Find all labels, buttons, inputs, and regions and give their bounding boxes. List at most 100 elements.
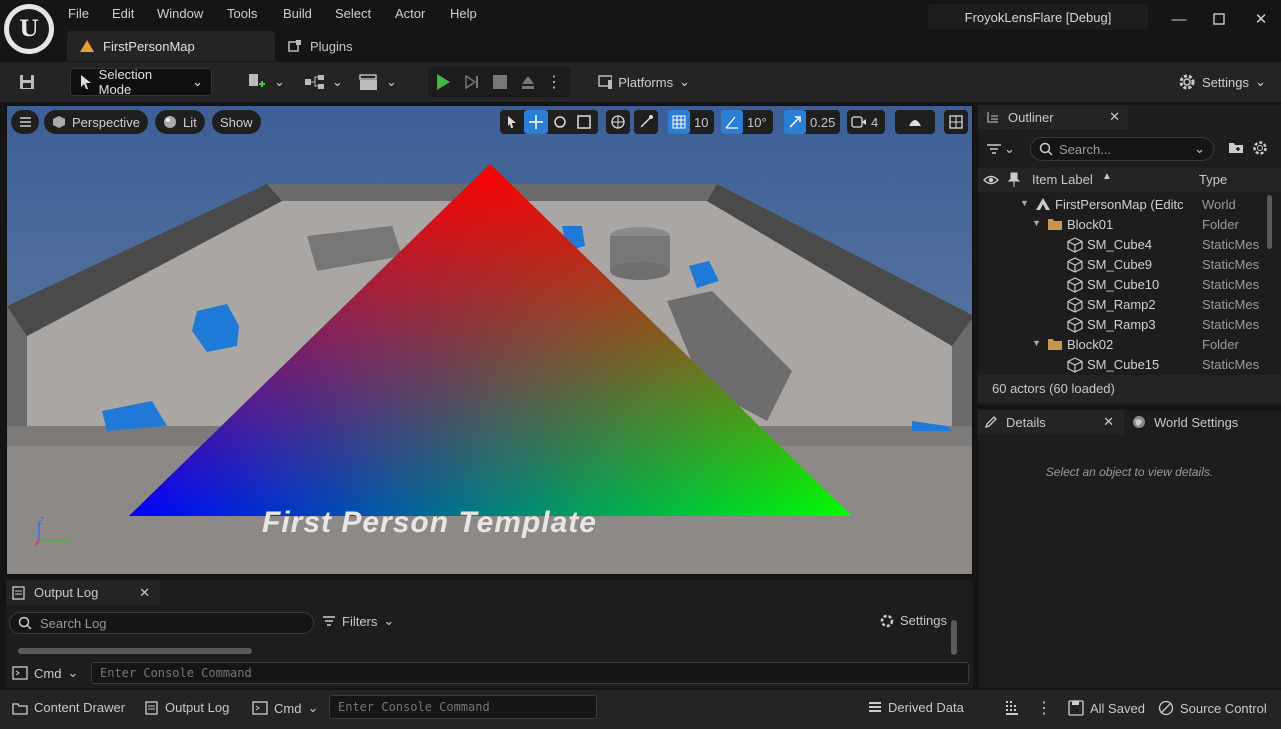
blueprints-button[interactable]: ⌄ xyxy=(296,68,351,96)
tab-details[interactable]: Details ✕ xyxy=(978,410,1124,434)
eject-icon[interactable] xyxy=(514,74,542,90)
add-folder-icon[interactable] xyxy=(1228,140,1244,157)
outliner-row[interactable]: SM_Cube10 StaticMes xyxy=(978,275,1268,295)
scale-icon[interactable] xyxy=(572,110,596,134)
expand-arrow-icon[interactable]: ▼ xyxy=(1020,198,1029,208)
chevron-down-icon: ⌄ xyxy=(1194,141,1205,156)
cmd-dropdown[interactable]: Cmd ⌄ xyxy=(12,662,78,684)
tab-firstpersonmap[interactable]: FirstPersonMap xyxy=(67,31,275,61)
visibility-eye-icon[interactable] xyxy=(983,173,999,190)
outliner-row[interactable]: SM_Cube9 StaticMes xyxy=(978,255,1268,275)
chevron-down-icon: ⌄ xyxy=(679,74,690,89)
status-console-input[interactable] xyxy=(329,695,597,719)
console-command-input[interactable] xyxy=(91,662,969,684)
expand-arrow-icon[interactable]: ▼ xyxy=(1032,218,1041,228)
cinematics-button[interactable]: ⌄ xyxy=(350,68,405,96)
tab-outliner[interactable]: Outliner ✕ xyxy=(978,105,1128,129)
add-actor-button[interactable]: ⌄ xyxy=(238,68,293,96)
menu-tools[interactable]: Tools xyxy=(227,6,257,24)
expand-arrow-icon[interactable]: ▼ xyxy=(1032,338,1041,348)
level-viewport[interactable]: First Person Template Z Y Perspective Li… xyxy=(6,105,973,575)
menu-file[interactable]: File xyxy=(68,6,89,24)
status-cmd-dropdown[interactable]: Cmd ⌄ xyxy=(252,700,318,716)
outliner-row[interactable]: SM_Cube15 StaticMes xyxy=(978,355,1268,373)
filter-button[interactable]: ⌄ xyxy=(986,138,1026,160)
item-type: Folder xyxy=(1202,217,1239,232)
rotate-icon[interactable] xyxy=(548,110,572,134)
item-label: SM_Cube9 xyxy=(1087,257,1153,272)
derived-data-button[interactable]: Derived Data xyxy=(868,700,964,715)
close-icon[interactable]: ✕ xyxy=(1103,414,1114,430)
menu-actor[interactable]: Actor xyxy=(395,6,425,24)
filters-button[interactable]: Filters ⌄ xyxy=(322,613,394,629)
platforms-button[interactable]: Platforms ⌄ xyxy=(590,68,698,96)
log-vertical-scrollbar[interactable] xyxy=(951,620,957,655)
menu-help[interactable]: Help xyxy=(450,6,477,24)
source-control-button[interactable]: Source Control xyxy=(1158,700,1267,716)
log-settings-button[interactable]: Settings xyxy=(880,613,947,628)
perspective-button[interactable]: Perspective xyxy=(44,110,148,134)
maximize-icon[interactable] xyxy=(1204,8,1234,30)
tab-world-settings[interactable]: World Settings xyxy=(1128,410,1281,434)
menu-edit[interactable]: Edit xyxy=(112,6,134,24)
all-saved-button[interactable]: All Saved xyxy=(1068,700,1145,716)
menu-select[interactable]: Select xyxy=(335,6,371,24)
surface-snap-icon[interactable] xyxy=(634,110,658,134)
outliner-title: Outliner xyxy=(1008,109,1054,125)
item-label: Block01 xyxy=(1067,217,1114,232)
layout-icon[interactable] xyxy=(944,110,968,134)
close-icon[interactable]: ✕ xyxy=(139,585,150,601)
outliner-row[interactable]: ▼ Block01 Folder xyxy=(978,215,1268,235)
step-icon[interactable] xyxy=(458,74,486,90)
outliner-scrollbar[interactable] xyxy=(1267,195,1272,249)
outliner-row[interactable]: SM_Cube4 StaticMes xyxy=(978,235,1268,255)
game-view-icon[interactable] xyxy=(895,110,935,134)
settings-button[interactable]: Settings ⌄ xyxy=(1170,68,1276,96)
selection-mode-dropdown[interactable]: Selection Mode ⌄ xyxy=(70,67,212,97)
main-toolbar: Selection Mode ⌄ ⌄ ⌄ ⌄ Platforms ⌄ Setti… xyxy=(0,62,1281,102)
world-local-icon[interactable] xyxy=(606,110,630,134)
scale-snap-toggle[interactable]: 0.25 xyxy=(784,110,840,134)
outliner-row[interactable]: SM_Ramp3 StaticMes xyxy=(978,315,1268,335)
play-icon[interactable] xyxy=(428,73,458,91)
stop-icon[interactable] xyxy=(486,75,514,89)
outliner-row[interactable]: ▼ Block02 Folder xyxy=(978,335,1268,355)
output-log-button[interactable]: Output Log xyxy=(145,700,229,715)
tab-output-log[interactable]: Output Log ✕ xyxy=(6,580,160,605)
save-icon[interactable] xyxy=(10,68,44,96)
scale-snap-icon xyxy=(784,110,806,134)
item-label: Block02 xyxy=(1067,337,1114,352)
menu-build[interactable]: Build xyxy=(283,6,312,24)
column-item-label[interactable]: Item Label xyxy=(1032,172,1093,187)
minimize-icon[interactable]: — xyxy=(1164,8,1194,30)
column-type[interactable]: Type xyxy=(1199,172,1227,187)
outliner-search-input[interactable]: Search... ⌄ xyxy=(1030,137,1214,161)
log-horizontal-scrollbar[interactable] xyxy=(18,648,252,654)
tab-label: FirstPersonMap xyxy=(103,38,195,54)
show-button[interactable]: Show xyxy=(212,110,261,134)
search-log-input[interactable]: Search Log xyxy=(9,612,314,634)
outliner-row[interactable]: SM_Ramp2 StaticMes xyxy=(978,295,1268,315)
pin-icon[interactable] xyxy=(1007,172,1021,191)
more-options-icon[interactable]: ⋮ xyxy=(542,72,566,92)
source-control-disabled-icon xyxy=(1158,700,1174,716)
translate-icon[interactable] xyxy=(524,110,548,134)
grid-snap-toggle[interactable]: 10 xyxy=(668,110,714,134)
lit-button[interactable]: Lit xyxy=(155,110,205,134)
outliner-row[interactable]: ▼ FirstPersonMap (Editc World xyxy=(978,195,1268,215)
content-drawer-button[interactable]: Content Drawer xyxy=(12,700,125,715)
select-arrow-icon[interactable] xyxy=(500,110,524,134)
unreal-logo-icon[interactable]: U xyxy=(4,4,54,54)
viewport-menu-button[interactable] xyxy=(11,110,39,134)
close-icon[interactable]: ✕ xyxy=(1109,109,1120,125)
camera-speed-button[interactable]: 4 xyxy=(847,110,885,134)
tab-plugins[interactable]: Plugins xyxy=(280,31,380,61)
menu-window[interactable]: Window xyxy=(157,6,203,24)
output-log-panel: Output Log ✕ Search Log Filters ⌄ Settin… xyxy=(6,580,973,688)
more-options-icon[interactable]: ⋮ xyxy=(1036,698,1052,718)
gear-icon[interactable] xyxy=(1252,140,1268,159)
world-icon xyxy=(1035,197,1051,214)
rotation-snap-toggle[interactable]: 10° xyxy=(721,110,773,134)
trace-icon[interactable] xyxy=(1004,700,1020,719)
close-icon[interactable]: ✕ xyxy=(1246,8,1276,30)
